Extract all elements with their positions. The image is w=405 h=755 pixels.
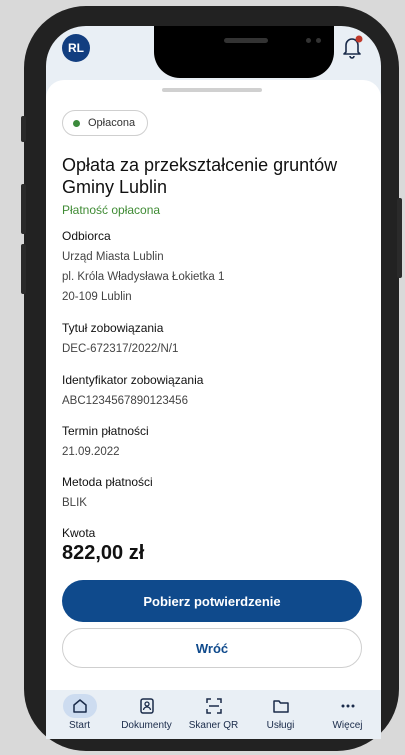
payment-method-label: Metoda płatności bbox=[62, 475, 153, 489]
nav-item-start[interactable]: Start bbox=[46, 690, 113, 739]
more-icon bbox=[331, 694, 365, 718]
payment-title: Opłata za przekształcenie gruntów Gminy … bbox=[62, 155, 338, 197]
nav-label-qr-scanner: Skaner QR bbox=[188, 720, 239, 731]
payment-status-text: Płatność opłacona bbox=[62, 203, 161, 217]
status-badge-label: Opłacona bbox=[88, 117, 136, 129]
obligation-title-value: DEC-672317/2022/N/1 bbox=[62, 343, 179, 355]
notification-dot bbox=[355, 35, 363, 43]
bottom-navbar: Start Dokumenty Skaner QR Usługi Więcej bbox=[46, 690, 381, 739]
folder-icon bbox=[264, 694, 298, 718]
due-date-label: Termin płatności bbox=[62, 424, 149, 438]
phone-side-button bbox=[397, 198, 402, 278]
recipient-street: pl. Króla Władysława Łokietka 1 bbox=[62, 271, 225, 283]
nav-label-documents: Dokumenty bbox=[121, 720, 172, 731]
recipient-name: Urząd Miasta Lublin bbox=[62, 251, 164, 263]
payment-method-value: BLIK bbox=[62, 497, 87, 509]
nav-label-more: Więcej bbox=[332, 720, 363, 731]
nav-item-services[interactable]: Usługi bbox=[247, 690, 314, 739]
phone-side-button bbox=[21, 244, 26, 294]
nav-label-services: Usługi bbox=[266, 720, 295, 731]
due-date-value: 21.09.2022 bbox=[62, 446, 120, 458]
nav-item-qr-scanner[interactable]: Skaner QR bbox=[180, 690, 247, 739]
documents-icon bbox=[130, 694, 164, 718]
nav-label-start: Start bbox=[68, 720, 91, 731]
status-badge: Opłacona bbox=[62, 110, 149, 136]
amount-value: 822,00 zł bbox=[62, 542, 145, 564]
speaker bbox=[224, 38, 268, 43]
recipient-city: 20-109 Lublin bbox=[62, 291, 132, 303]
obligation-title-label: Tytuł zobowiązania bbox=[62, 321, 164, 335]
amount-label: Kwota bbox=[62, 526, 96, 540]
recipient-label: Odbiorca bbox=[62, 229, 111, 243]
phone-notch bbox=[154, 26, 334, 78]
nav-item-documents[interactable]: Dokumenty bbox=[113, 690, 180, 739]
qr-scanner-icon bbox=[197, 694, 231, 718]
notification-bell-icon[interactable] bbox=[339, 34, 365, 60]
phone-side-button bbox=[21, 184, 26, 234]
avatar[interactable]: RL bbox=[62, 34, 90, 62]
sheet-drag-handle[interactable] bbox=[162, 88, 262, 92]
nav-item-more[interactable]: Więcej bbox=[314, 690, 381, 739]
status-dot-icon bbox=[73, 119, 80, 127]
obligation-id-label: Identyfikator zobowiązania bbox=[62, 373, 204, 387]
payment-details-sheet: Opłacona Opłata za przekształcenie grunt… bbox=[46, 80, 381, 690]
obligation-id-value: ABC1234567890123456 bbox=[62, 395, 188, 407]
camera-dot bbox=[316, 38, 321, 43]
home-icon bbox=[62, 694, 97, 718]
app-screen: RL Opłacona Opłata za przekształcenie gr… bbox=[46, 26, 381, 739]
download-confirmation-button[interactable]: Pobierz potwierdzenie bbox=[62, 580, 362, 622]
phone-side-button bbox=[21, 116, 26, 142]
back-button[interactable]: Wróć bbox=[62, 628, 362, 668]
camera-dot bbox=[306, 38, 311, 43]
